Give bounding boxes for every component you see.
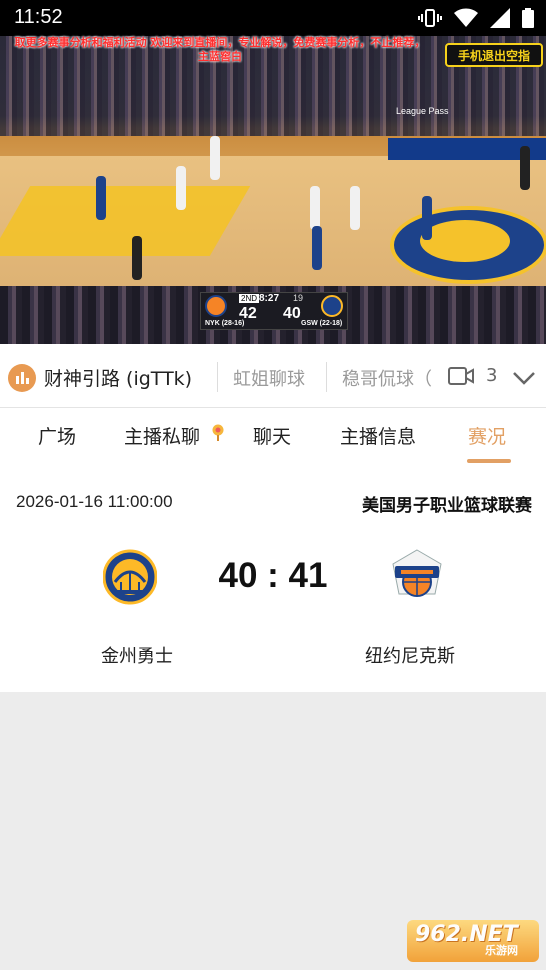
tab-chat[interactable]: 聊天 xyxy=(253,422,291,449)
ticker-line-1: 取更多赛事分析和福利活动 欢迎来到直播间，专业解说，免费赛事分析，不止推荐， xyxy=(14,36,426,49)
scorebug-home-score: 40 xyxy=(283,305,301,322)
scorebug-quarter: 2ND xyxy=(239,294,260,303)
bar-chart-icon xyxy=(8,364,36,392)
home-team-name: 金州勇士 xyxy=(101,646,173,667)
player xyxy=(422,196,432,240)
player xyxy=(176,166,186,210)
video-paint xyxy=(0,186,251,256)
site-watermark: 962.NET 乐游网 xyxy=(407,920,539,962)
channel-bar: 财神引路 (igTTk) 虹姐聊球 稳哥侃球（ 3 xyxy=(0,344,546,408)
watermark-sub: 乐游网 xyxy=(485,944,518,957)
channel-item-active[interactable]: 财神引路 (igTTk) xyxy=(44,364,192,391)
status-bar: 11:52 xyxy=(0,0,546,36)
app-logo-badge: 手机退出空指 xyxy=(445,43,543,67)
battery-icon xyxy=(522,8,534,28)
tab-private-chat[interactable]: 主播私聊 xyxy=(124,422,200,449)
knicks-logo-icon xyxy=(205,295,227,317)
video-ticker: 取更多赛事分析和福利活动 欢迎来到直播间，专业解说，免费赛事分析，不止推荐， 主… xyxy=(0,36,440,64)
away-team-name: 纽约尼克斯 xyxy=(365,646,455,667)
scorebug: 2ND 8:27 19 42 40 NYK (28-16) GSW (22-18… xyxy=(200,292,348,330)
channel-count: 3 xyxy=(486,365,498,386)
status-icons xyxy=(418,8,534,28)
lollipop-icon xyxy=(210,424,226,442)
status-time: 11:52 xyxy=(14,6,63,28)
match-datetime: 2026-01-16 11:00:00 xyxy=(16,492,173,511)
scorebug-away-team: NYK (28-16) xyxy=(205,320,245,327)
player xyxy=(96,176,106,220)
match-card: 2026-01-16 11:00:00 美国男子职业篮球联赛 40 : 41 金… xyxy=(0,468,546,692)
tab-match-status[interactable]: 赛况 xyxy=(468,422,506,449)
player xyxy=(310,186,320,230)
player xyxy=(312,226,322,270)
signal-icon xyxy=(490,8,510,28)
chevron-down-icon[interactable] xyxy=(512,370,536,389)
scorebug-shot-clock: 19 xyxy=(293,293,304,303)
wifi-icon xyxy=(454,8,478,28)
tab-square[interactable]: 广场 xyxy=(38,422,76,449)
divider xyxy=(217,362,218,392)
channel-item[interactable]: 稳哥侃球（ xyxy=(342,365,432,391)
channel-item[interactable]: 虹姐聊球 xyxy=(233,365,305,391)
vibrate-icon xyxy=(418,8,442,28)
knicks-logo-icon xyxy=(387,546,447,608)
active-tab-indicator xyxy=(467,459,511,463)
player xyxy=(210,136,220,180)
video-camera-icon[interactable] xyxy=(448,366,474,390)
ticker-line-2: 主蓝窖白 xyxy=(198,50,242,63)
player xyxy=(520,146,530,190)
warriors-logo-icon xyxy=(321,295,343,317)
tab-bar: 广场 主播私聊 聊天 主播信息 赛况 xyxy=(0,408,546,468)
player xyxy=(350,186,360,230)
tab-anchor-info[interactable]: 主播信息 xyxy=(340,422,416,449)
scorebug-clock: 8:27 xyxy=(259,293,280,304)
match-league: 美国男子职业篮球联赛 xyxy=(362,496,532,516)
scorebug-home-team: GSW (22-18) xyxy=(301,320,343,327)
led-board-text: League Pass xyxy=(396,106,449,116)
divider xyxy=(326,362,327,392)
match-score: 40 : 41 xyxy=(218,556,328,595)
player xyxy=(132,236,142,280)
court-center-logo-inner xyxy=(420,220,510,262)
